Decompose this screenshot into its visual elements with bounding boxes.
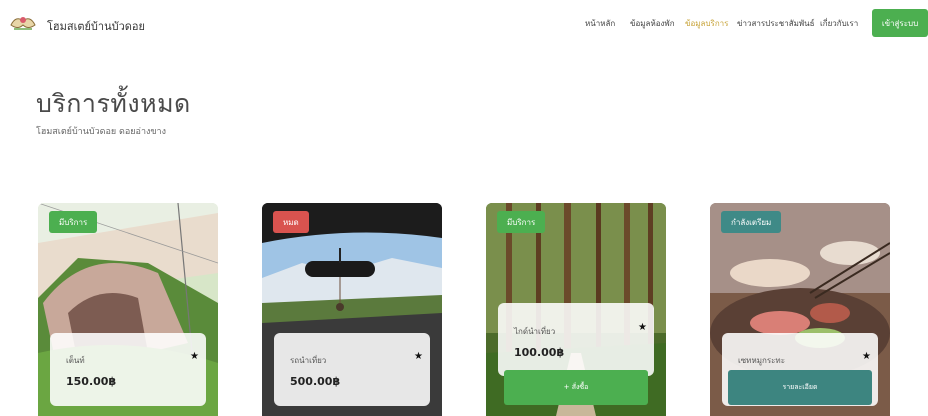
service-card-car-tour[interactable]: หมด รถนำเที่ยว ★ 500.00฿ — [262, 203, 442, 416]
service-name: ไกด์นำเที่ยว — [514, 327, 556, 336]
top-navbar: โฮมสเตย์บ้านบัวดอย หน้าหลัก ข้อมูลห้องพั… — [0, 0, 928, 50]
service-price: 100.00฿ — [514, 346, 565, 359]
status-badge: กำลังเตรียม — [721, 211, 782, 233]
service-card-bbq-set[interactable]: กำลังเตรียม เซทหมูกระทะ ★ รายละเอียด — [710, 203, 890, 416]
service-name: เต็นท์ — [66, 356, 85, 365]
nav-services[interactable]: ข้อมูลบริการ — [685, 17, 728, 30]
star-icon[interactable]: ★ — [190, 351, 199, 362]
star-icon[interactable]: ★ — [862, 351, 871, 362]
nav-about[interactable]: เกี่ยวกับเรา — [820, 17, 858, 30]
nav-rooms[interactable]: ข้อมูลห้องพัก — [630, 17, 675, 30]
service-info-panel: เต็นท์ ★ 150.00฿ — [50, 333, 206, 406]
order-button[interactable]: + สั่งซื้อ — [504, 370, 648, 405]
service-name: เซทหมูกระทะ — [738, 356, 785, 365]
service-info-panel: รถนำเที่ยว ★ 500.00฿ — [274, 333, 430, 406]
details-button[interactable]: รายละเอียด — [728, 370, 872, 405]
star-icon[interactable]: ★ — [414, 351, 423, 362]
brand-name[interactable]: โฮมสเตย์บ้านบัวดอย — [47, 17, 145, 35]
page-title: บริการทั้งหมด — [36, 89, 191, 118]
status-badge: มีบริการ — [497, 211, 546, 233]
service-card-guide[interactable]: มีบริการ ไกด์นำเที่ยว ★ 100.00฿ + สั่งซื… — [486, 203, 666, 416]
nav-home[interactable]: หน้าหลัก — [585, 17, 615, 30]
service-name: รถนำเที่ยว — [290, 356, 327, 365]
status-badge: หมด — [273, 211, 309, 233]
star-icon[interactable]: ★ — [638, 322, 647, 333]
status-badge: มีบริการ — [49, 211, 98, 233]
nav-news[interactable]: ข่าวสารประชาสัมพันธ์ — [737, 17, 815, 30]
page-subtitle: โฮมสเตย์บ้านบัวดอย ดอยอ่างขาง — [36, 127, 166, 137]
login-button[interactable]: เข้าสู่ระบบ — [872, 9, 928, 37]
service-price: 500.00฿ — [290, 375, 341, 388]
service-price: 150.00฿ — [66, 375, 117, 388]
service-info-panel: ไกด์นำเที่ยว ★ 100.00฿ — [498, 303, 654, 376]
homestay-logo-icon[interactable] — [8, 11, 38, 33]
service-card-tent[interactable]: มีบริการ เต็นท์ ★ 150.00฿ — [38, 203, 218, 416]
